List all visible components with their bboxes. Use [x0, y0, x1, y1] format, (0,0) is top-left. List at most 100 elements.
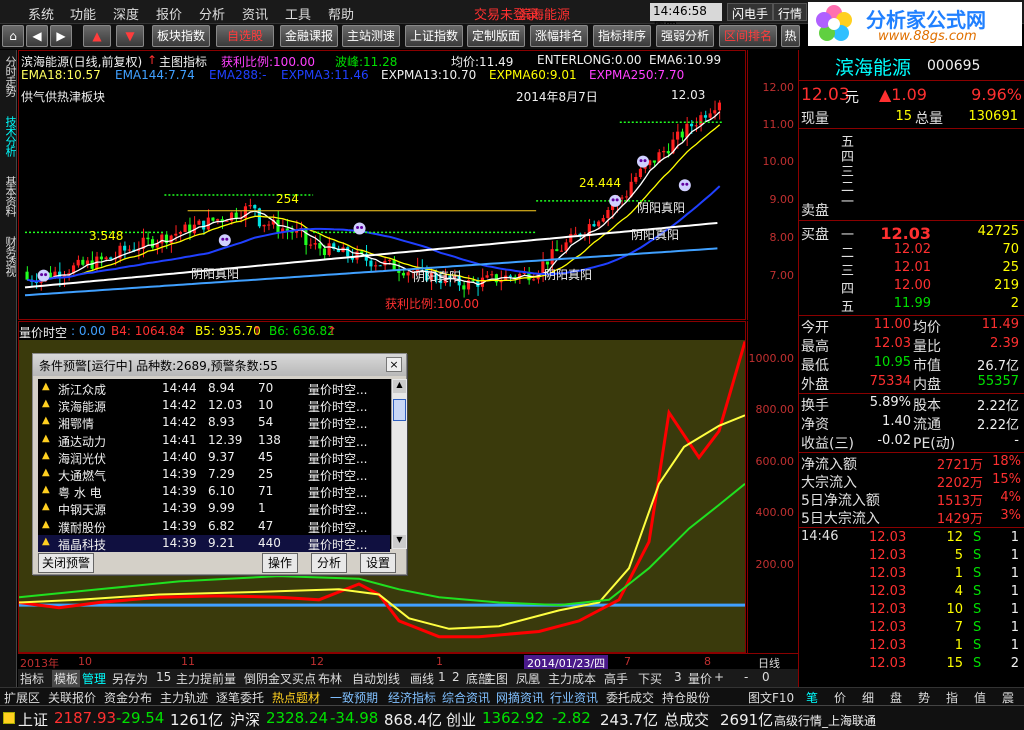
- function-tab[interactable]: 持仓股份: [662, 689, 710, 706]
- function-tab[interactable]: 逐笔委托: [216, 689, 264, 706]
- function-tab[interactable]: 图文F10: [748, 689, 794, 706]
- menu-depth[interactable]: 深度: [113, 4, 139, 23]
- quote-tab[interactable]: 震: [1002, 689, 1014, 706]
- quote-tab[interactable]: 指: [946, 689, 958, 706]
- list-item[interactable]: ▲ 浙江众成 14:44 8.94 70 量价时空...: [38, 380, 390, 397]
- strength-analysis-button[interactable]: 强弱分析: [656, 25, 714, 47]
- indicator-tab[interactable]: 凤凰: [516, 670, 540, 687]
- indicator-tab[interactable]: 15: [156, 670, 171, 684]
- quote-button[interactable]: 行情: [773, 3, 808, 21]
- function-tab[interactable]: 关联报价: [48, 689, 96, 706]
- close-alert-button[interactable]: 关闭预警: [38, 553, 94, 573]
- function-tab[interactable]: 网摘资讯: [496, 689, 544, 706]
- sh-label[interactable]: 上证: [18, 709, 48, 730]
- indicator-tab[interactable]: 主力成本: [548, 670, 596, 687]
- function-tab[interactable]: 综合资讯: [442, 689, 490, 706]
- scroll-down-icon[interactable]: ▼: [393, 535, 406, 548]
- list-item[interactable]: ▲ 濮耐股份 14:39 6.82 47 量价时空...: [38, 518, 390, 535]
- indicator-tab[interactable]: 管理: [82, 670, 106, 687]
- indicator-tab[interactable]: 2: [452, 670, 460, 684]
- indicator-tab[interactable]: 主图: [484, 670, 508, 687]
- quote-tab[interactable]: 笔: [806, 689, 818, 706]
- list-item[interactable]: ▲ 滨海能源 14:42 12.03 10 量价时空...: [38, 397, 390, 414]
- tab-basic-info[interactable]: 基本资料: [1, 176, 17, 216]
- list-item[interactable]: ▲ 通达动力 14:41 12.39 138 量价时空...: [38, 432, 390, 449]
- close-icon[interactable]: ×: [386, 357, 402, 372]
- function-tab[interactable]: 委托成交: [606, 689, 654, 706]
- main-indicator-arrow-icon[interactable]: ↑: [147, 53, 157, 67]
- down-arrow-icon[interactable]: ▼: [116, 25, 144, 47]
- list-item[interactable]: ▲ 海润光伏 14:40 9.37 45 量价时空...: [38, 449, 390, 466]
- indicator-tab[interactable]: 指标: [20, 670, 44, 687]
- kline-chart[interactable]: 滨海能源(日线,前复权) ↑ 主图指标 获利比例:100.00 波峰:11.28…: [18, 50, 746, 320]
- sector-index-button[interactable]: 板块指数: [152, 25, 210, 47]
- list-item[interactable]: ▲ 中钢天源 14:39 9.99 1 量价时空...: [38, 500, 390, 517]
- function-tab[interactable]: 热点题材: [272, 689, 320, 706]
- function-tab[interactable]: 资金分布: [104, 689, 152, 706]
- menu-analysis[interactable]: 分析: [199, 4, 225, 23]
- operate-button[interactable]: 操作: [262, 553, 298, 573]
- indicator-tab[interactable]: 3: [674, 670, 682, 684]
- menu-help[interactable]: 帮助: [328, 4, 354, 23]
- list-item[interactable]: ▲ 粤 水 电 14:39 6.10 71 量价时空...: [38, 483, 390, 500]
- tab-timeshare[interactable]: 分时走势: [1, 56, 17, 96]
- list-item[interactable]: ▲ 湘鄂情 14:42 8.93 54 量价时空...: [38, 414, 390, 431]
- back-icon[interactable]: ◀: [26, 25, 48, 47]
- scroll-up-icon[interactable]: ▲: [393, 380, 406, 393]
- sh-index-button[interactable]: 上证指数: [405, 25, 463, 47]
- function-tab[interactable]: 经济指标: [388, 689, 436, 706]
- alert-list[interactable]: ▲ ▼ ▲ 浙江众成 14:44 8.94 70 量价时空... ▲ 滨海能源 14:42 12.…: [38, 379, 407, 552]
- indicator-tab[interactable]: +: [714, 670, 724, 684]
- quote-tab[interactable]: 势: [918, 689, 930, 706]
- watchlist-button[interactable]: 自选股: [216, 25, 274, 47]
- function-tab[interactable]: 扩展区: [4, 689, 40, 706]
- indicator-tab[interactable]: 另存为: [112, 670, 148, 687]
- indicator-tab[interactable]: 自动划线: [352, 670, 400, 687]
- dialog-title[interactable]: 条件预警[运行中] 品种数:2689,预警条数:55: [33, 354, 406, 376]
- scroll-thumb[interactable]: [393, 399, 406, 421]
- finance-report-button[interactable]: 金融课报: [280, 25, 338, 47]
- tab-technical[interactable]: 技术分析: [1, 116, 17, 156]
- indicator-tab[interactable]: 1: [438, 670, 446, 684]
- quote-tab[interactable]: 值: [974, 689, 986, 706]
- dialog-scrollbar[interactable]: ▲ ▼: [391, 379, 407, 549]
- function-tab[interactable]: 主力轨迹: [160, 689, 208, 706]
- menu-system[interactable]: 系统: [28, 4, 54, 23]
- indicator-title[interactable]: 量价时空: [19, 324, 67, 341]
- forward-icon[interactable]: ▶: [50, 25, 72, 47]
- indicator-tab[interactable]: 金叉买点: [268, 670, 316, 687]
- function-tab[interactable]: 一致预期: [330, 689, 378, 706]
- indicator-tab[interactable]: 倒阴: [244, 670, 268, 687]
- gain-rank-button[interactable]: 涨幅排名: [530, 25, 588, 47]
- speed-test-button[interactable]: 主站测速: [342, 25, 400, 47]
- list-item[interactable]: ▲ 大通燃气 14:39 7.29 25 量价时空...: [38, 466, 390, 483]
- menu-quote[interactable]: 报价: [156, 4, 182, 23]
- menu-news[interactable]: 资讯: [242, 4, 268, 23]
- indicator-tab[interactable]: 高手: [604, 670, 628, 687]
- home-icon[interactable]: ⌂: [2, 25, 24, 47]
- indicator-tab[interactable]: 布林: [318, 670, 342, 687]
- indicator-tab[interactable]: 主力提前量: [176, 670, 236, 687]
- indicator-tab[interactable]: 画线: [410, 670, 434, 687]
- function-tab[interactable]: 行业资讯: [550, 689, 598, 706]
- custom-layout-button[interactable]: 定制版面: [467, 25, 525, 47]
- tab-finance[interactable]: 财务透视: [1, 236, 17, 276]
- menu-function[interactable]: 功能: [70, 4, 96, 23]
- indicator-tab[interactable]: -: [744, 670, 748, 684]
- indicator-tab[interactable]: 0: [762, 670, 770, 684]
- hs-label[interactable]: 沪深: [230, 709, 260, 730]
- lightning-trade-button[interactable]: 闪电手: [727, 3, 774, 21]
- indicator-tab[interactable]: 下买: [638, 670, 662, 687]
- list-item[interactable]: ▲ 福晶科技 14:39 9.21 440 量价时空...: [38, 534, 390, 552]
- menu-tools[interactable]: 工具: [285, 4, 311, 23]
- indicator-sort-button[interactable]: 指标排序: [593, 25, 651, 47]
- up-arrow-icon[interactable]: ▲: [83, 25, 111, 47]
- indicator-tab[interactable]: 量价: [688, 670, 712, 687]
- range-rank-button[interactable]: 区间排名: [719, 25, 777, 47]
- quote-tab[interactable]: 盘: [890, 689, 902, 706]
- quote-tab[interactable]: 价: [834, 689, 846, 706]
- quote-tab[interactable]: 细: [862, 689, 874, 706]
- settings-button[interactable]: 设置: [360, 553, 396, 573]
- tick-list[interactable]: 12.03 12 S 1 12.03 5 S 1 12.03 1 S 1 12.03 4 S 1 12.03 10…: [799, 529, 1024, 679]
- indicator-tab[interactable]: 模板: [52, 670, 81, 687]
